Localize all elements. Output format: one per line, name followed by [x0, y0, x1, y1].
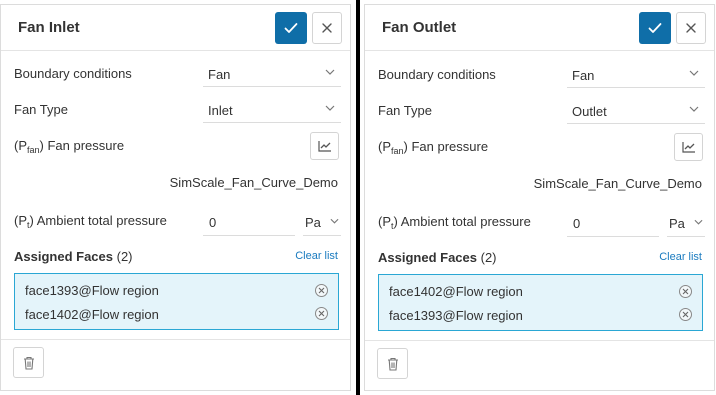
ambient-pressure-unit-select[interactable]: Pa	[303, 208, 341, 236]
assigned-faces-list: face1393@Flow region face1402@Flow regio…	[14, 273, 339, 330]
delete-button[interactable]	[377, 348, 408, 379]
chevron-down-icon	[694, 219, 703, 225]
assigned-faces-heading: Assigned Faces (2)	[378, 250, 497, 265]
footer-divider	[365, 340, 714, 341]
chart-icon	[317, 141, 331, 152]
fan-type-label: Fan Type	[14, 102, 68, 117]
boundary-conditions-value: Fan	[208, 67, 231, 82]
fan-pressure-subscript: fan	[27, 145, 40, 155]
chevron-down-icon	[689, 70, 699, 76]
assigned-faces-list: face1402@Flow region face1393@Flow regio…	[378, 274, 703, 331]
fan-inlet-panel: Fan Inlet Boundary conditions Fan Fan Ty…	[0, 4, 351, 391]
remove-circle-icon	[318, 310, 325, 317]
fan-pressure-prefix: (P	[378, 139, 391, 154]
ambient-suffix: ) Ambient total pressure	[393, 214, 531, 229]
check-icon	[284, 23, 298, 33]
fan-pressure-prefix: (P	[14, 138, 27, 153]
remove-circle-icon	[682, 288, 689, 295]
fan-type-value: Outlet	[572, 104, 607, 119]
ambient-prefix: (P	[14, 213, 27, 228]
fan-type-select[interactable]: Inlet	[203, 97, 341, 123]
chevron-down-icon	[330, 218, 339, 224]
fan-pressure-label: (Pfan) Fan pressure	[14, 138, 124, 155]
fan-outlet-panel: Fan Outlet Boundary conditions Fan Fan T…	[364, 4, 715, 391]
ambient-pressure-label: (Pt) Ambient total pressure	[14, 213, 167, 230]
remove-face-button[interactable]	[679, 308, 692, 321]
face-item[interactable]: face1402@Flow region	[389, 284, 523, 299]
fan-curve-name: SimScale_Fan_Curve_Demo	[169, 175, 338, 190]
chevron-down-icon	[325, 105, 335, 111]
ambient-pressure-value: 0	[573, 216, 581, 231]
boundary-conditions-select[interactable]: Fan	[567, 62, 705, 88]
clear-list-link[interactable]: Clear list	[659, 251, 702, 263]
fan-curve-chart-button[interactable]	[310, 132, 339, 160]
boundary-conditions-label: Boundary conditions	[378, 67, 496, 82]
fan-type-select[interactable]: Outlet	[567, 98, 705, 124]
fan-curve-chart-button[interactable]	[674, 133, 703, 161]
close-button[interactable]	[676, 12, 706, 44]
ambient-suffix: ) Ambient total pressure	[29, 213, 167, 228]
close-button[interactable]	[312, 12, 342, 44]
close-icon	[322, 23, 332, 33]
confirm-button[interactable]	[275, 12, 307, 44]
fan-curve-name: SimScale_Fan_Curve_Demo	[533, 176, 702, 191]
boundary-conditions-label: Boundary conditions	[14, 66, 132, 81]
ambient-pressure-unit-select[interactable]: Pa	[667, 209, 705, 237]
remove-face-button[interactable]	[679, 285, 692, 298]
ambient-pressure-label: (Pt) Ambient total pressure	[378, 214, 531, 231]
face-item[interactable]: face1402@Flow region	[25, 307, 159, 322]
ambient-prefix: (P	[378, 214, 391, 229]
boundary-conditions-value: Fan	[572, 68, 595, 83]
assigned-faces-count: (2)	[116, 249, 133, 264]
close-icon	[686, 23, 696, 33]
face-item[interactable]: face1393@Flow region	[25, 283, 159, 298]
assigned-faces-count: (2)	[480, 250, 497, 265]
fan-pressure-label: (Pfan) Fan pressure	[378, 139, 488, 156]
fan-pressure-suffix: ) Fan pressure	[39, 138, 125, 153]
panel-header: Fan Inlet	[1, 5, 350, 51]
ambient-pressure-value: 0	[209, 215, 217, 230]
ambient-pressure-unit: Pa	[305, 215, 321, 230]
ambient-pressure-input[interactable]: 0	[203, 208, 295, 236]
remove-circle-icon	[318, 287, 325, 294]
assigned-faces-label: Assigned Faces	[14, 249, 113, 264]
check-icon	[648, 23, 662, 33]
trash-icon	[23, 356, 34, 370]
fan-type-value: Inlet	[208, 103, 233, 118]
remove-circle-icon	[682, 311, 689, 318]
fan-type-label: Fan Type	[378, 103, 432, 118]
clear-list-link[interactable]: Clear list	[295, 250, 338, 262]
face-item[interactable]: face1393@Flow region	[389, 308, 523, 323]
chevron-down-icon	[689, 106, 699, 112]
panel-header: Fan Outlet	[365, 5, 714, 51]
panel-title: Fan Inlet	[18, 19, 80, 36]
panel-divider	[356, 0, 360, 395]
assigned-faces-label: Assigned Faces	[378, 250, 477, 265]
assigned-faces-heading: Assigned Faces (2)	[14, 249, 133, 264]
ambient-pressure-input[interactable]: 0	[567, 209, 659, 237]
boundary-conditions-select[interactable]: Fan	[203, 61, 341, 87]
fan-pressure-suffix: ) Fan pressure	[403, 139, 489, 154]
ambient-pressure-unit: Pa	[669, 216, 685, 231]
footer-divider	[1, 339, 350, 340]
panel-title: Fan Outlet	[382, 19, 457, 36]
fan-pressure-subscript: fan	[391, 146, 404, 156]
chart-icon	[681, 142, 695, 153]
trash-icon	[387, 357, 398, 371]
delete-button[interactable]	[13, 347, 44, 378]
chevron-down-icon	[325, 69, 335, 75]
remove-face-button[interactable]	[315, 307, 328, 320]
confirm-button[interactable]	[639, 12, 671, 44]
remove-face-button[interactable]	[315, 284, 328, 297]
